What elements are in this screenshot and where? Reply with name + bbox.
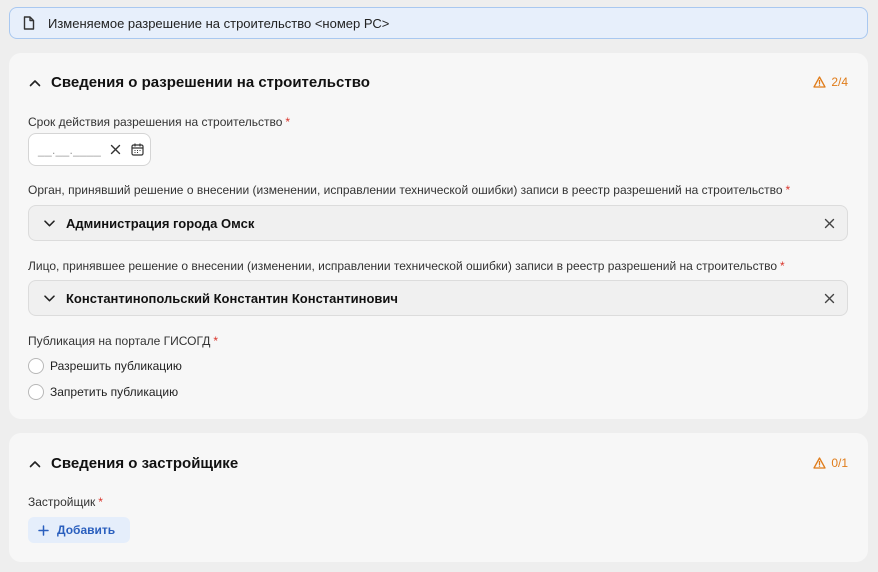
section-title: Сведения о разрешении на строительство xyxy=(51,74,370,91)
date-mask: __.__.____ xyxy=(38,142,102,157)
validity-date-input[interactable]: __.__.____ xyxy=(28,133,151,166)
person-select[interactable]: Константинопольский Константин Константи… xyxy=(28,280,848,316)
required-mark: * xyxy=(213,334,219,348)
required-mark: * xyxy=(285,115,291,129)
developer-label-text: Застройщик xyxy=(28,495,96,509)
developer-header[interactable]: Сведения о застройщике xyxy=(29,455,238,472)
required-mark: * xyxy=(780,259,785,273)
section-title: Сведения о застройщике xyxy=(51,455,239,472)
permit-info-header[interactable]: Сведения о разрешении на строительство xyxy=(29,74,370,91)
organ-select[interactable]: Администрация города Омск xyxy=(28,205,848,241)
developer-label: Застройщик * xyxy=(28,495,103,509)
warning-icon xyxy=(813,457,826,470)
radio-allow-publication[interactable]: Разрешить публикацию xyxy=(28,358,182,374)
document-icon xyxy=(23,16,37,30)
validity-label-text: Срок действия разрешения на строительств… xyxy=(28,115,283,129)
radio-label: Запретить публикацию xyxy=(50,385,179,399)
calendar-icon[interactable] xyxy=(131,143,144,156)
required-mark: * xyxy=(785,183,791,197)
chevron-up-icon[interactable] xyxy=(29,76,43,90)
radio-button[interactable] xyxy=(28,358,44,374)
publication-label: Публикация на портале ГИСОГД * xyxy=(28,334,218,348)
person-label-text: Лицо, принявшее решение о внесении (изме… xyxy=(28,259,778,273)
organ-label: Орган, принявший решение о внесении (изм… xyxy=(28,183,790,197)
radio-button[interactable] xyxy=(28,384,44,400)
organ-label-text: Орган, принявший решение о внесении (изм… xyxy=(28,183,783,197)
document-title: Изменяемое разрешение на строительство <… xyxy=(48,15,390,31)
progress-count: 2/4 xyxy=(831,75,848,89)
required-mark: * xyxy=(98,495,103,509)
publication-label-text: Публикация на портале ГИСОГД xyxy=(28,334,211,348)
add-button-label: Добавить xyxy=(57,523,116,537)
chevron-down-icon[interactable] xyxy=(44,217,56,229)
permit-info-section: Сведения о разрешении на строительство 2… xyxy=(9,53,868,419)
progress-count: 0/1 xyxy=(831,456,848,470)
warning-icon xyxy=(813,76,826,89)
organ-value: Администрация города Омск xyxy=(66,215,255,231)
add-developer-button[interactable]: Добавить xyxy=(28,517,130,543)
chevron-up-icon[interactable] xyxy=(29,457,43,471)
developer-section: Сведения о застройщике 0/1 Застройщик * Д… xyxy=(9,433,868,562)
document-header: Изменяемое разрешение на строительство <… xyxy=(9,7,868,39)
chevron-down-icon[interactable] xyxy=(44,292,56,304)
radio-deny-publication[interactable]: Запретить публикацию xyxy=(28,384,178,400)
plus-icon xyxy=(38,524,50,536)
validity-label: Срок действия разрешения на строительств… xyxy=(28,115,290,129)
progress-badge: 2/4 xyxy=(813,75,848,89)
clear-icon[interactable] xyxy=(824,217,836,229)
progress-badge: 0/1 xyxy=(813,456,848,470)
person-value: Константинопольский Константин Константи… xyxy=(66,290,398,306)
person-label: Лицо, принявшее решение о внесении (изме… xyxy=(28,259,785,273)
clear-icon[interactable] xyxy=(110,144,122,156)
clear-icon[interactable] xyxy=(824,292,836,304)
radio-label: Разрешить публикацию xyxy=(50,359,182,373)
